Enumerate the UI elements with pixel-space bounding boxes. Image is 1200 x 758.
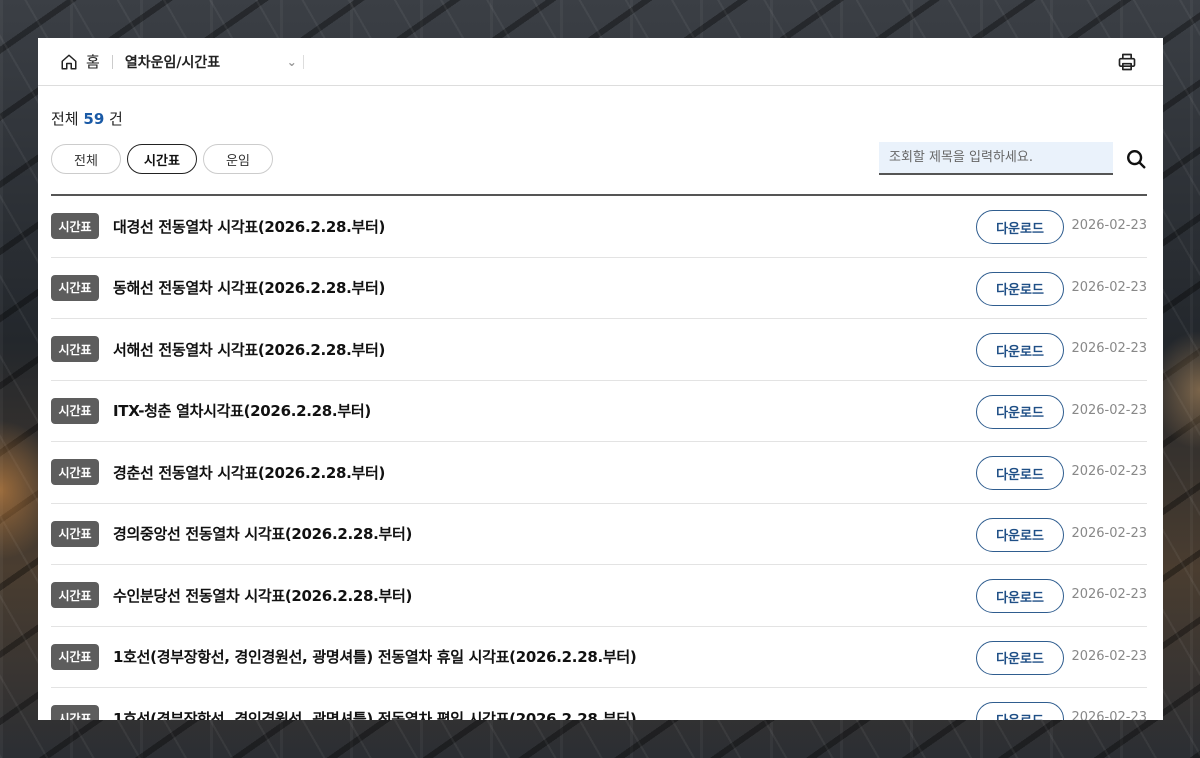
list-item: 시간표 경춘선 전동열차 시각표(2026.2.28.부터) 다운로드 2026… [51,442,1147,504]
item-date: 2026-02-23 [1071,525,1147,541]
download-button[interactable]: 다운로드 [976,210,1064,244]
breadcrumb-divider [302,54,304,69]
category-badge: 시간표 [51,520,99,547]
item-date: 2026-02-23 [1071,710,1147,720]
home-icon [61,54,77,69]
category-badge: 시간표 [51,705,99,720]
home-label: 홈 [86,53,100,71]
item-date: 2026-02-23 [1071,648,1147,664]
category-badge: 시간표 [51,336,99,363]
item-title-link[interactable]: ITX-청춘 열차시각표(2026.2.28.부터) [113,400,371,421]
home-link[interactable]: 홈 [60,51,100,72]
search-box [879,142,1147,175]
category-badge: 시간표 [51,582,99,609]
result-count: 전체 59 건 [51,108,1147,128]
category-badge: 시간표 [51,274,99,301]
item-date: 2026-02-23 [1071,587,1147,602]
filter-timetable-button[interactable]: 시간표 [127,144,197,174]
search-input[interactable] [879,142,1113,175]
result-count-prefix: 전체 [51,110,79,128]
item-title-link[interactable]: 수인분당선 전동열차 시각표(2026.2.28.부터) [113,585,412,606]
item-title-link[interactable]: 대경선 전동열차 시각표(2026.2.28.부터) [113,216,385,237]
list-item: 시간표 경의중앙선 전동열차 시각표(2026.2.28.부터) 다운로드 20… [51,504,1147,565]
timetable-list: 시간표 대경선 전동열차 시각표(2026.2.28.부터) 다운로드 2026… [51,194,1147,720]
item-title-link[interactable]: 1호선(경부장항선, 경인경원선, 광명셔틀) 전동열차 휴일 시각표(2026… [113,646,637,667]
filter-all-button[interactable]: 전체 [51,144,121,174]
list-item: 시간표 1호선(경부장항선, 경인경원선, 광명셔틀) 전동열차 평일 시각표(… [51,688,1147,720]
download-button[interactable]: 다운로드 [976,271,1064,306]
download-button[interactable]: 다운로드 [976,456,1064,490]
category-badge: 시간표 [51,459,99,486]
print-icon[interactable] [1117,52,1137,72]
search-icon [1127,149,1146,168]
item-title-link[interactable]: 1호선(경부장항선, 경인경원선, 광명셔틀) 전동열차 평일 시각표(2026… [113,708,637,720]
search-button[interactable] [1113,142,1147,175]
category-badge: 시간표 [51,643,99,670]
list-item: 시간표 대경선 전동열차 시각표(2026.2.28.부터) 다운로드 2026… [51,196,1147,258]
breadcrumb-current-dropdown[interactable]: 열차운임/시간표 ⌄ [125,52,297,72]
list-item: 시간표 1호선(경부장항선, 경인경원선, 광명셔틀) 전동열차 휴일 시각표(… [51,627,1147,688]
download-button[interactable]: 다운로드 [976,517,1064,552]
download-button[interactable]: 다운로드 [976,702,1064,720]
category-badge: 시간표 [51,397,99,424]
result-count-number: 59 [83,110,105,128]
item-title-link[interactable]: 경춘선 전동열차 시각표(2026.2.28.부터) [113,462,385,483]
list-item: 시간표 ITX-청춘 열차시각표(2026.2.28.부터) 다운로드 2026… [51,381,1147,442]
breadcrumb-divider [111,54,113,69]
list-item: 시간표 서해선 전동열차 시각표(2026.2.28.부터) 다운로드 2026… [51,319,1147,381]
item-date: 2026-02-23 [1071,341,1147,356]
item-date: 2026-02-23 [1071,402,1147,418]
list-item: 시간표 수인분당선 전동열차 시각표(2026.2.28.부터) 다운로드 20… [51,565,1147,627]
category-badge: 시간표 [51,213,99,240]
item-title-link[interactable]: 경의중앙선 전동열차 시각표(2026.2.28.부터) [113,523,412,544]
download-button[interactable]: 다운로드 [976,579,1064,613]
item-date: 2026-02-23 [1071,279,1147,295]
item-date: 2026-02-23 [1071,218,1147,233]
item-title-link[interactable]: 동해선 전동열차 시각표(2026.2.28.부터) [113,277,385,298]
filter-fare-button[interactable]: 운임 [203,144,273,174]
chevron-down-icon: ⌄ [286,54,297,69]
breadcrumb-current-label: 열차운임/시간표 [124,54,221,71]
download-button[interactable]: 다운로드 [976,394,1064,429]
list-item: 시간표 동해선 전동열차 시각표(2026.2.28.부터) 다운로드 2026… [51,258,1147,319]
filter-tabs: 전체 시간표 운임 [51,142,1147,175]
item-date: 2026-02-23 [1071,464,1147,479]
download-button[interactable]: 다운로드 [976,333,1064,367]
breadcrumb: 홈 열차운임/시간표 ⌄ [38,38,1163,86]
item-title-link[interactable]: 서해선 전동열차 시각표(2026.2.28.부터) [113,339,385,360]
download-button[interactable]: 다운로드 [976,640,1064,675]
content-panel: 홈 열차운임/시간표 ⌄ 전체 59 건 전체 시간표 운임 조회할 제목을 입… [38,38,1163,720]
result-count-suffix: 건 [109,110,123,128]
